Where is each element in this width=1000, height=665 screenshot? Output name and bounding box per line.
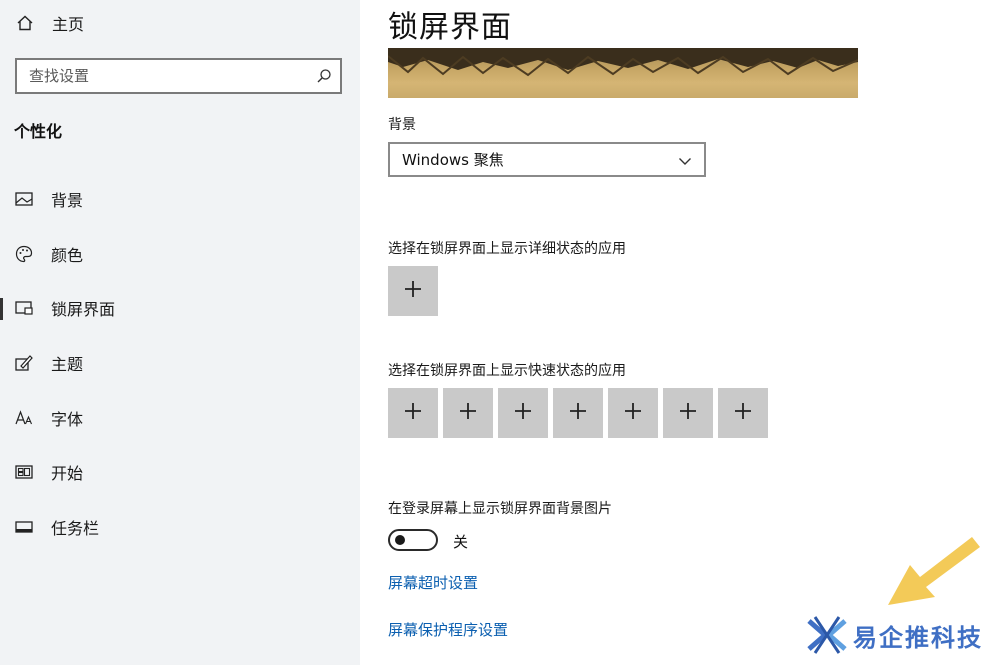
signin-background-toggle[interactable] (388, 529, 438, 551)
section-title: 个性化 (14, 122, 63, 141)
lock-screen-preview-image (388, 48, 858, 98)
lock-screen-icon (13, 297, 35, 319)
search-input[interactable] (17, 60, 297, 92)
sidebar-item-label: 开始 (51, 464, 84, 484)
add-quick-status-app-button[interactable] (498, 388, 548, 438)
quick-status-label: 选择在锁屏界面上显示快速状态的应用 (388, 363, 626, 379)
watermark: 易企推科技 (805, 613, 983, 657)
plus-icon (623, 401, 643, 425)
add-detailed-status-app-button[interactable] (388, 266, 438, 316)
chevron-down-icon (678, 153, 692, 167)
sidebar-item-label: 背景 (51, 191, 84, 211)
signin-background-label: 在登录屏幕上显示锁屏界面背景图片 (388, 501, 612, 517)
sidebar-item-label: 任务栏 (51, 518, 100, 538)
sidebar-item-background[interactable]: 背景 (0, 172, 360, 227)
detailed-status-label: 选择在锁屏界面上显示详细状态的应用 (388, 241, 626, 257)
screen-saver-settings-link[interactable]: 屏幕保护程序设置 (388, 619, 508, 640)
watermark-text: 易企推科技 (853, 623, 983, 652)
font-icon (13, 407, 35, 429)
sidebar-nav: 背景 颜色 锁屏界面 主题 字体 开始 任务栏 (0, 172, 360, 554)
background-dropdown-value: Windows 聚焦 (402, 151, 504, 169)
add-quick-status-app-button[interactable] (608, 388, 658, 438)
plus-icon (568, 401, 588, 425)
add-quick-status-app-button[interactable] (663, 388, 713, 438)
image-icon (13, 188, 35, 210)
sidebar-item-label: 锁屏界面 (51, 300, 116, 320)
background-label: 背景 (388, 117, 416, 133)
taskbar-icon (13, 516, 35, 538)
plus-icon (733, 401, 753, 425)
plus-icon (513, 401, 533, 425)
toggle-knob (395, 535, 405, 545)
add-quick-status-app-button[interactable] (443, 388, 493, 438)
palette-icon (13, 243, 35, 265)
plus-icon (458, 401, 478, 425)
search-icon[interactable] (316, 68, 332, 84)
plus-icon (678, 401, 698, 425)
sidebar-item-label: 颜色 (51, 245, 84, 265)
sidebar-item-colors[interactable]: 颜色 (0, 227, 360, 282)
lock-screen-settings-page: 锁屏界面 背景 Windows 聚焦 选择在锁屏界面上显示详细状态的应用 选择在… (360, 0, 1000, 665)
home-icon (16, 14, 34, 32)
pointer-arrow-icon (888, 537, 980, 605)
sidebar-item-start[interactable]: 开始 (0, 445, 360, 500)
settings-sidebar: 主页 个性化 背景 颜色 锁屏界面 (0, 0, 360, 665)
sidebar-item-label: 字体 (51, 409, 84, 429)
add-quick-status-app-button[interactable] (388, 388, 438, 438)
start-menu-icon (13, 461, 35, 483)
plus-icon (403, 279, 423, 303)
toggle-state-label: 关 (453, 533, 469, 551)
screen-timeout-settings-link[interactable]: 屏幕超时设置 (388, 572, 478, 593)
add-quick-status-app-button[interactable] (718, 388, 768, 438)
watermark-logo-icon (807, 616, 847, 654)
search-box (15, 58, 342, 94)
home-nav-item[interactable]: 主页 (16, 10, 84, 36)
background-dropdown[interactable]: Windows 聚焦 (388, 142, 706, 177)
home-label: 主页 (52, 15, 85, 34)
sidebar-item-themes[interactable]: 主题 (0, 336, 360, 391)
detailed-status-app-row (388, 266, 438, 316)
sidebar-item-label: 主题 (51, 355, 84, 375)
sidebar-item-fonts[interactable]: 字体 (0, 390, 360, 445)
quick-status-app-row (388, 388, 768, 438)
page-title: 锁屏界面 (388, 10, 512, 45)
sidebar-item-lock-screen[interactable]: 锁屏界面 (0, 281, 360, 336)
sidebar-item-taskbar[interactable]: 任务栏 (0, 500, 360, 555)
plus-icon (403, 401, 423, 425)
add-quick-status-app-button[interactable] (553, 388, 603, 438)
theme-brush-icon (13, 352, 35, 374)
